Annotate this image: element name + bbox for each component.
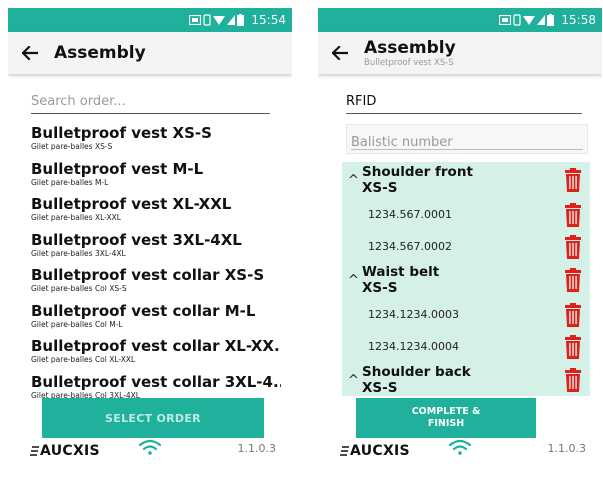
balistic-number-row: 1234.567.0001	[342, 198, 590, 230]
order-name: Bulletproof vest XL-XXL	[31, 195, 232, 213]
back-arrow-icon	[332, 46, 348, 60]
order-subtitle: Gilet pare-balles Col M-L	[31, 319, 123, 329]
screenshot-icon	[189, 15, 202, 25]
caret-up-icon[interactable]: ^	[342, 373, 362, 388]
status-bar: 15:54	[8, 8, 292, 32]
order-item[interactable]: Bulletproof vest M-L Gilet pare-balles M…	[31, 160, 281, 196]
rfid-input[interactable]	[346, 90, 582, 109]
balistic-number: 1234.567.0001	[368, 207, 452, 221]
app-header: Assembly	[8, 32, 292, 74]
order-subtitle: Gilet pare-balles 3XL-4XL	[31, 248, 126, 258]
order-name: Bulletproof vest collar M-L	[31, 301, 256, 320]
balistic-number-row: 1234.1234.0004	[342, 330, 590, 362]
part-header[interactable]: ^ Waist belt XS-S	[342, 262, 590, 298]
part-size: XS-S	[362, 180, 398, 196]
footer: AUCXIS 1.1.0.3	[318, 420, 602, 482]
footer: AUCXIS 1.1.0.3	[8, 420, 292, 482]
trash-icon[interactable]	[562, 268, 584, 292]
part-name: Shoulder front	[362, 164, 473, 180]
order-item[interactable]: Bulletproof vest 3XL-4XL Gilet pare-ball…	[31, 231, 281, 267]
order-subtitle: Gilet pare-balles XS-S	[31, 142, 113, 151]
part-name: Waist belt	[362, 264, 440, 280]
order-item[interactable]: Bulletproof vest collar XL-XX. Gilet par…	[31, 337, 281, 373]
part-group: ^ Waist belt XS-S 1234.1234.0003 1234.12…	[342, 262, 590, 362]
complete-button-line1: COMPLETE &	[411, 406, 481, 417]
trash-icon[interactable]	[562, 203, 584, 227]
order-subtitle: Gilet pare-balles Col XL-XXL	[31, 355, 136, 364]
back-button[interactable]	[330, 43, 350, 63]
balistic-number-row: 1234.1234.0003	[342, 298, 590, 330]
signal-icon	[227, 15, 236, 25]
order-name: Bulletproof vest collar XL-XX.	[31, 337, 280, 355]
wifi-status-icon	[523, 16, 536, 25]
brand-name: AUCXIS	[40, 443, 100, 459]
order-item[interactable]: Bulletproof vest collar 3XL-4.. Gilet pa…	[31, 373, 281, 401]
parts-list: ^ Shoulder front XS-S 1234.567.0001 1234…	[342, 162, 590, 396]
order-item[interactable]: Bulletproof vest collar M-L Gilet pare-b…	[31, 302, 281, 338]
balistic-field	[346, 124, 588, 154]
order-name: Bulletproof vest collar XS-S	[31, 266, 265, 284]
vibrate-icon	[203, 14, 212, 26]
assembly-order-screen: 15:54 Assembly Bulletproof vest XS-S Gil…	[8, 8, 292, 482]
back-button[interactable]	[20, 43, 40, 63]
status-time: 15:54	[251, 13, 286, 27]
app-version: 1.1.0.3	[547, 442, 586, 455]
order-subtitle: Gilet pare-balles Col XS-S	[31, 284, 127, 293]
part-name: Shoulder back	[362, 364, 471, 380]
trash-icon[interactable]	[562, 303, 584, 327]
signal-icon	[537, 15, 546, 25]
order-subtitle: Gilet pare-balles M-L	[31, 177, 109, 187]
page-subtitle: Bulletproof vest XS-S	[364, 58, 454, 68]
order-item[interactable]: Bulletproof vest XL-XXL Gilet pare-balle…	[31, 195, 281, 231]
balistic-number: 1234.1234.0004	[368, 339, 459, 353]
rfid-field	[346, 90, 582, 114]
wifi-icon	[448, 439, 472, 455]
order-name: Bulletproof vest M-L	[31, 159, 204, 178]
balistic-number: 1234.567.0002	[368, 239, 452, 253]
order-list: Bulletproof vest XS-S Gilet pare-balles …	[31, 124, 281, 400]
trash-icon[interactable]	[562, 335, 584, 359]
order-name: Bulletproof vest collar 3XL-4..	[31, 372, 281, 391]
order-item[interactable]: Bulletproof vest XS-S Gilet pare-balles …	[31, 124, 281, 160]
vibrate-icon	[513, 14, 522, 26]
balistic-number-input[interactable]	[347, 125, 587, 153]
caret-up-icon[interactable]: ^	[342, 273, 362, 288]
part-group: ^ Shoulder front XS-S 1234.567.0001 1234…	[342, 162, 590, 262]
part-size: XS-S	[362, 280, 398, 296]
battery-icon	[547, 14, 555, 26]
order-item[interactable]: Bulletproof vest collar XS-S Gilet pare-…	[31, 266, 281, 302]
part-header[interactable]: ^ Shoulder back XS-S	[342, 362, 590, 396]
brand-logo: AUCXIS	[30, 443, 100, 459]
page-title: Assembly	[54, 43, 146, 63]
trash-icon[interactable]	[562, 235, 584, 259]
status-bar: 15:58	[318, 8, 602, 32]
back-arrow-icon	[22, 46, 38, 60]
order-subtitle: Gilet pare-balles XL-XXL	[31, 213, 121, 222]
part-group: ^ Shoulder back XS-S	[342, 362, 590, 396]
page-title: Assembly	[364, 38, 456, 58]
search-field	[31, 90, 270, 114]
brand-mark-icon	[340, 446, 349, 456]
search-input[interactable]	[31, 90, 270, 109]
app-version: 1.1.0.3	[237, 442, 276, 455]
order-name: Bulletproof vest XS-S	[31, 124, 212, 142]
caret-up-icon[interactable]: ^	[342, 173, 362, 188]
trash-icon[interactable]	[562, 368, 584, 392]
assembly-detail-screen: 15:58 Assembly Bulletproof vest XS-S ^ S…	[318, 8, 602, 482]
app-header: Assembly Bulletproof vest XS-S	[318, 32, 602, 74]
wifi-status-icon	[213, 16, 226, 25]
brand-name: AUCXIS	[350, 443, 410, 459]
balistic-number-row: 1234.567.0002	[342, 230, 590, 262]
brand-mark-icon	[30, 446, 39, 456]
order-name: Bulletproof vest 3XL-4XL	[31, 230, 242, 249]
part-header[interactable]: ^ Shoulder front XS-S	[342, 162, 590, 198]
trash-icon[interactable]	[562, 168, 584, 192]
screenshot-icon	[499, 15, 512, 25]
battery-icon	[237, 14, 245, 26]
balistic-number: 1234.1234.0003	[368, 307, 459, 321]
brand-logo: AUCXIS	[340, 443, 410, 459]
part-size: XS-S	[362, 380, 398, 396]
wifi-icon	[138, 439, 162, 455]
status-time: 15:58	[561, 13, 596, 27]
